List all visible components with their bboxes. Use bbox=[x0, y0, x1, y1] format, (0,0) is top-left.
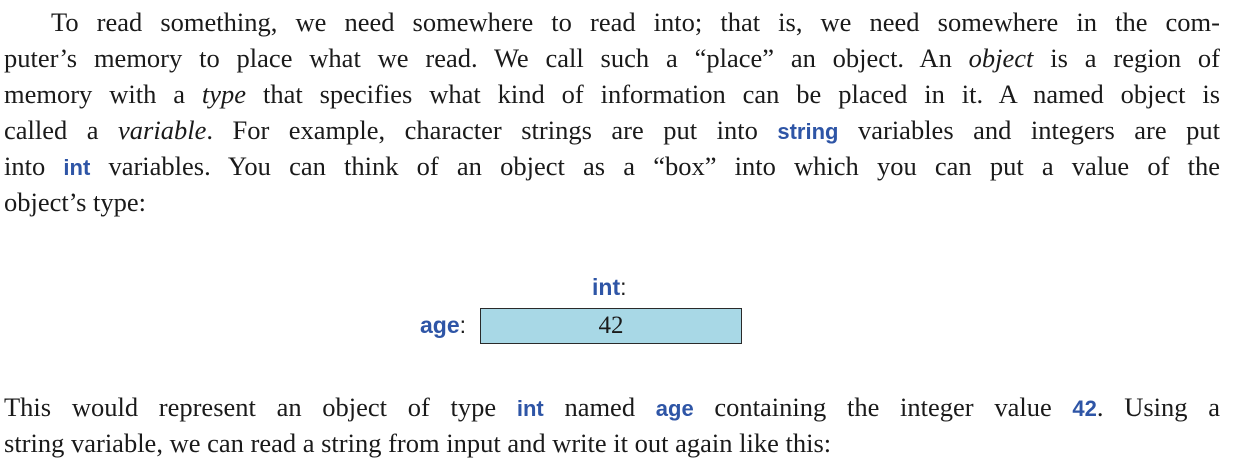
intro-paragraph: To read something, we need somewhere to … bbox=[4, 4, 1220, 220]
paragraph-line: into int variables. You can think of an … bbox=[4, 148, 1220, 184]
paragraph-text: that specifies what kind of information … bbox=[262, 79, 1221, 109]
type-name: int bbox=[592, 274, 621, 300]
name-colon: : bbox=[459, 312, 467, 338]
code-age: age bbox=[655, 396, 694, 421]
paragraph-text: called a bbox=[4, 115, 99, 145]
paragraph-line: called a variable. For example, characte… bbox=[4, 112, 1220, 148]
paragraph-text: memory with a bbox=[4, 79, 185, 109]
code-string: string bbox=[777, 119, 839, 144]
paragraph-line: object’s type: bbox=[4, 184, 1220, 220]
code-int: int bbox=[516, 396, 544, 421]
value-box: 42 bbox=[480, 308, 742, 344]
paragraph-text: puter’s memory to place what we read. We… bbox=[4, 43, 952, 73]
paragraph-text: named bbox=[564, 392, 636, 422]
paragraph-line: memory with a type that specifies what k… bbox=[4, 76, 1220, 112]
paragraph-text: is a region of bbox=[1050, 43, 1220, 73]
emphasis-object: object bbox=[968, 43, 1034, 73]
code-int: int bbox=[63, 155, 91, 180]
paragraph-line: To read something, we need somewhere to … bbox=[4, 4, 1220, 40]
emphasis-variable: variable bbox=[118, 115, 207, 145]
followup-paragraph: This would represent an object of type i… bbox=[4, 389, 1220, 461]
paragraph-text: into bbox=[4, 151, 46, 181]
paragraph-text: object’s type: bbox=[4, 187, 147, 217]
paragraph-line: This would represent an object of type i… bbox=[4, 389, 1220, 425]
paragraph-line: puter’s memory to place what we read. We… bbox=[4, 40, 1220, 76]
paragraph-text: To read something, we need somewhere to … bbox=[51, 7, 1220, 37]
paragraph-text: containing the integer value bbox=[714, 392, 1052, 422]
paragraph-text: . Using a bbox=[1096, 392, 1221, 422]
variable-name-label: age: bbox=[420, 312, 466, 339]
type-label: int: bbox=[592, 274, 627, 301]
variable-name: age bbox=[420, 312, 460, 338]
paragraph-text: variables. You can think of an object as… bbox=[108, 151, 1220, 181]
paragraph-text: variables and integers are put bbox=[857, 115, 1220, 145]
type-colon: : bbox=[620, 274, 627, 300]
paragraph-text: . For example, character strings are put… bbox=[206, 115, 758, 145]
paragraph-text: string variable, we can read a string fr… bbox=[4, 428, 832, 458]
emphasis-type: type bbox=[201, 79, 247, 109]
code-42: 42 bbox=[1072, 396, 1097, 421]
paragraph-text: This would represent an object of type bbox=[4, 392, 497, 422]
paragraph-line: string variable, we can read a string fr… bbox=[4, 425, 1220, 461]
